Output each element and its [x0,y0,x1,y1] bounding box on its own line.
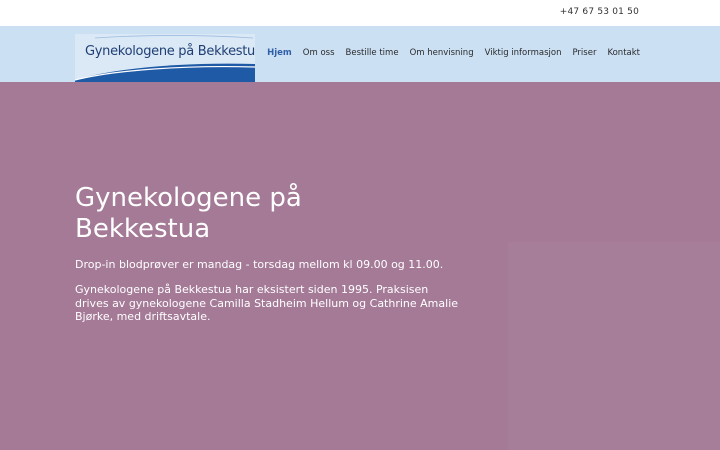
menu-item-hjem[interactable]: Hjem [267,48,292,58]
hero-title: Gynekologene på Bekkestua [75,183,302,244]
main-menu: Hjem Om oss Bestille time Om henvisning … [256,48,640,58]
menu-item-om-oss[interactable]: Om oss [303,48,335,58]
menu-item-om-henvisning[interactable]: Om henvisning [410,48,474,58]
menu-item-kontakt[interactable]: Kontakt [607,48,640,58]
navigation-bar: Gynekologene på Bekkestua Hjem Om oss Be… [0,26,720,82]
hero-dropin-text: Drop-in blodprøver er mandag - torsdag m… [75,258,444,271]
phone-number[interactable]: +47 67 53 01 50 [560,7,639,17]
top-bar: +47 67 53 01 50 [0,0,720,26]
hero-description: Gynekologene på Bekkestua har eksistert … [75,283,459,323]
menu-item-bestille-time[interactable]: Bestille time [346,48,399,58]
hero-background-panel [508,242,720,450]
logo-text: Gynekologene på Bekkestua [85,44,255,59]
menu-item-priser[interactable]: Priser [572,48,596,58]
menu-item-viktig-informasjon[interactable]: Viktig informasjon [485,48,562,58]
site-logo[interactable]: Gynekologene på Bekkestua [75,34,255,82]
